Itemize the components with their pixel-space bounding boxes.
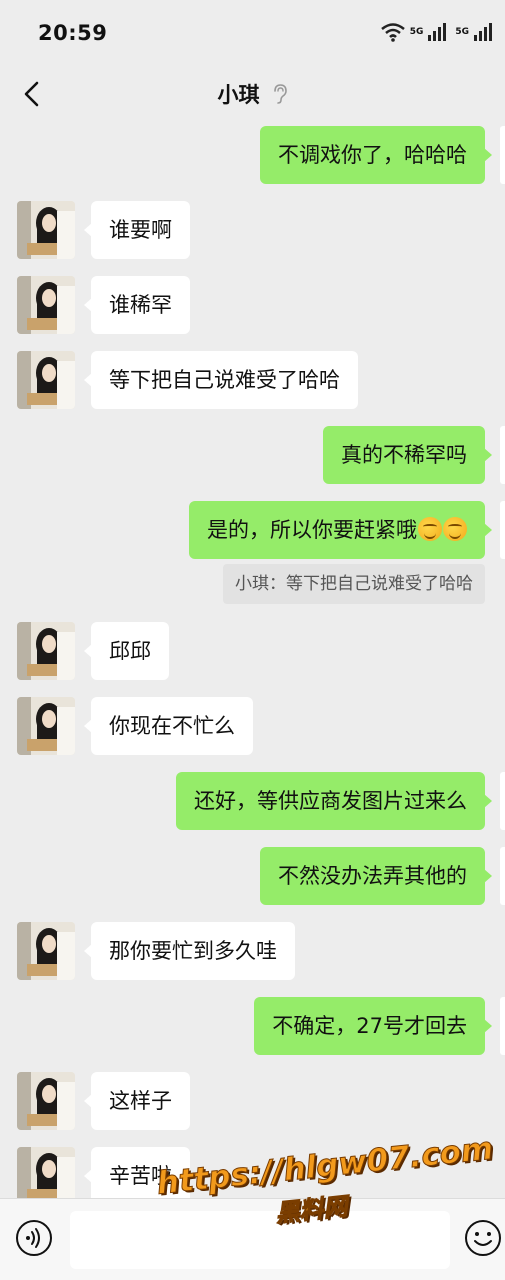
earpiece-mode-icon — [273, 84, 287, 104]
message-bubble[interactable]: 邱邱 — [84, 622, 169, 680]
input-bar — [0, 1198, 505, 1280]
avatar-photo — [17, 1072, 75, 1130]
signal-icon-1 — [428, 23, 447, 41]
status-bar: 20:59 5G 5G — [0, 0, 505, 66]
message-bubble[interactable]: 不调戏你了，哈哈哈 — [260, 126, 492, 184]
message-outgoing: 是的，所以你要赶紧哦 — [0, 501, 505, 559]
avatar-photo — [17, 622, 75, 680]
grimace-emoji-icon — [418, 517, 442, 541]
signal-icon-2 — [474, 23, 492, 41]
contact-avatar[interactable] — [17, 622, 75, 680]
status-time: 20:59 — [38, 21, 108, 45]
avatar-photo — [17, 1147, 75, 1198]
message-incoming: 谁稀罕 — [0, 276, 505, 334]
message-incoming: 谁要啊 — [0, 201, 505, 259]
contact-avatar[interactable] — [17, 697, 75, 755]
message-bubble[interactable]: 你现在不忙么 — [84, 697, 253, 755]
contact-name[interactable]: 小琪 — [218, 79, 260, 109]
emoji-picker-icon[interactable] — [464, 1219, 502, 1257]
contact-avatar[interactable] — [17, 276, 75, 334]
voice-input-icon[interactable] — [15, 1219, 53, 1257]
message-bubble[interactable]: 不确定，27号才回去 — [254, 997, 492, 1055]
network-type-2: 5G — [455, 26, 469, 37]
avatar-photo — [17, 922, 75, 980]
message-outgoing: 还好，等供应商发图片过来么 — [0, 772, 505, 830]
message-incoming: 等下把自己说难受了哈哈 — [0, 351, 505, 409]
message-bubble[interactable]: 不然没办法弄其他的 — [260, 847, 492, 905]
message-input[interactable] — [70, 1211, 450, 1269]
message-bubble[interactable]: 那你要忙到多久哇 — [84, 922, 295, 980]
contact-avatar[interactable] — [17, 1072, 75, 1130]
message-text: 是的，所以你要赶紧哦 — [207, 518, 417, 542]
grimace-emoji-icon — [443, 517, 467, 541]
message-bubble[interactable]: 辛苦啦 — [84, 1147, 190, 1198]
contact-avatar[interactable] — [17, 201, 75, 259]
message-incoming: 那你要忙到多久哇 — [0, 922, 505, 980]
message-outgoing: 不调戏你了，哈哈哈 — [0, 126, 505, 184]
wifi-icon — [380, 23, 405, 42]
message-bubble[interactable]: 谁稀罕 — [84, 276, 190, 334]
self-avatar[interactable] — [500, 997, 505, 1055]
message-outgoing: 不然没办法弄其他的 — [0, 847, 505, 905]
avatar-photo — [17, 201, 75, 259]
message-incoming: 这样子 — [0, 1072, 505, 1130]
message-incoming: 邱邱 — [0, 622, 505, 680]
contact-avatar[interactable] — [17, 1147, 75, 1198]
contact-avatar[interactable] — [17, 351, 75, 409]
message-outgoing: 不确定，27号才回去 — [0, 997, 505, 1055]
back-arrow-icon[interactable] — [18, 79, 48, 109]
message-incoming: 你现在不忙么 — [0, 697, 505, 755]
self-avatar[interactable] — [500, 772, 505, 830]
self-avatar[interactable] — [500, 426, 505, 484]
avatar-photo — [17, 697, 75, 755]
chat-header: 小琪 — [0, 66, 505, 122]
contact-avatar[interactable] — [17, 922, 75, 980]
message-bubble[interactable]: 谁要啊 — [84, 201, 190, 259]
quoted-reply[interactable]: 小琪：等下把自己说难受了哈哈 — [223, 564, 485, 604]
message-outgoing: 真的不稀罕吗 — [0, 426, 505, 484]
message-bubble[interactable]: 还好，等供应商发图片过来么 — [176, 772, 492, 830]
message-bubble[interactable]: 是的，所以你要赶紧哦 — [189, 501, 492, 559]
self-avatar[interactable] — [500, 126, 505, 184]
message-bubble[interactable]: 真的不稀罕吗 — [323, 426, 492, 484]
self-avatar[interactable] — [500, 501, 505, 559]
status-icons: 5G 5G — [380, 22, 493, 42]
network-type-1: 5G — [409, 26, 424, 37]
self-avatar[interactable] — [500, 847, 505, 905]
message-bubble[interactable]: 这样子 — [84, 1072, 190, 1130]
message-incoming: 辛苦啦 — [0, 1147, 505, 1198]
chat-messages[interactable]: 不调戏你了，哈哈哈 谁要啊 谁稀罕 等下把自己说难受了哈哈 真的不稀罕吗 是的，… — [0, 122, 505, 1198]
avatar-photo — [17, 351, 75, 409]
avatar-photo — [17, 276, 75, 334]
message-bubble[interactable]: 等下把自己说难受了哈哈 — [84, 351, 358, 409]
